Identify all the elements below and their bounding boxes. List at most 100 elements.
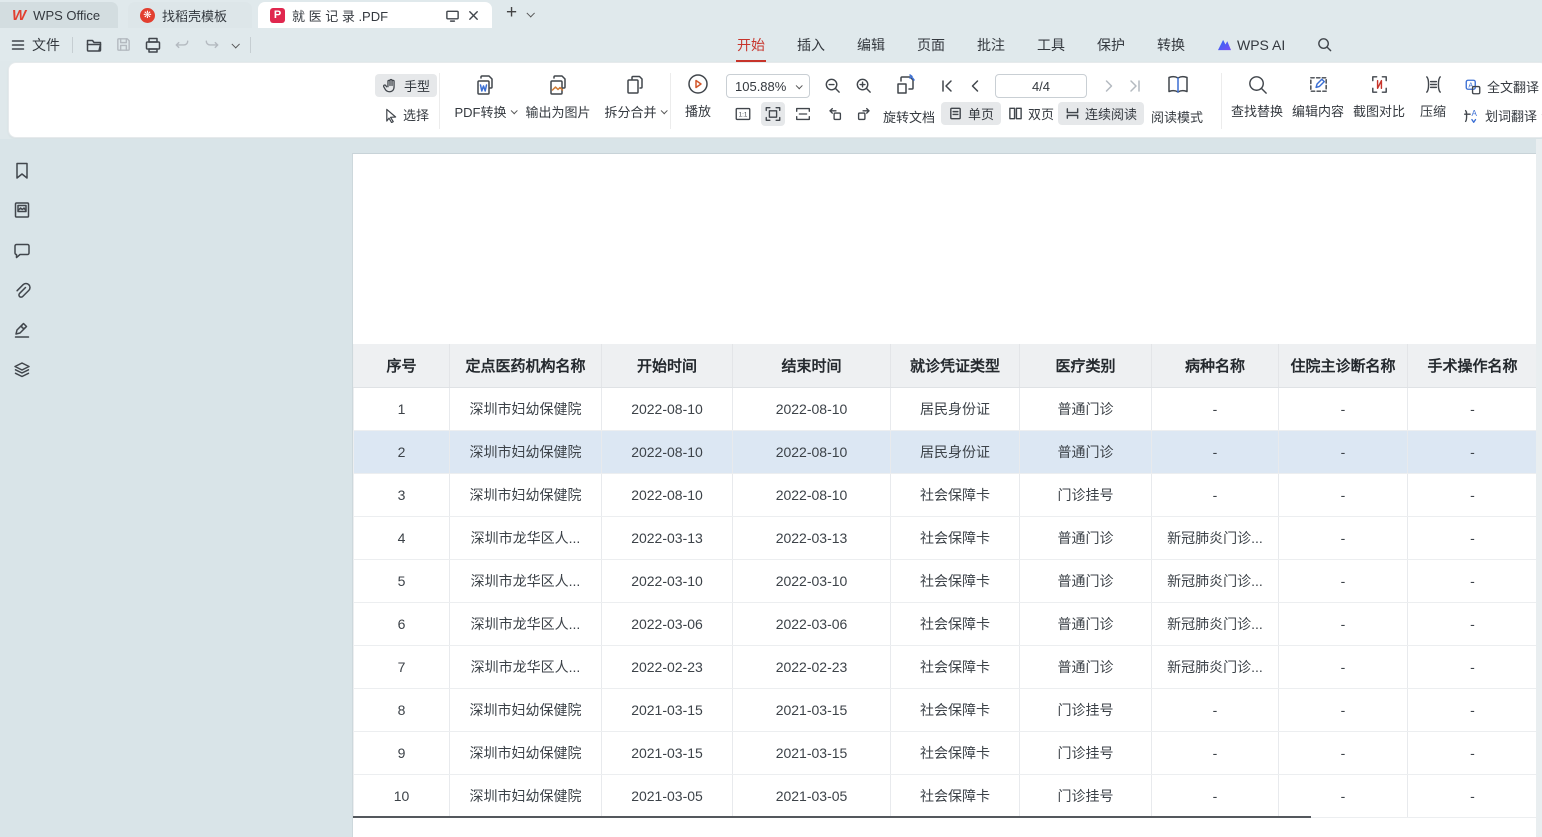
table-row: 5深圳市龙华区人...2022-03-102022-03-10社会保障卡普通门诊… (354, 559, 1538, 602)
table-cell: 2022-03-06 (602, 602, 733, 645)
table-header-cell: 定点医药机构名称 (450, 344, 602, 387)
rotate-document-label[interactable]: 旋转文档 (883, 107, 935, 126)
table-cell: 10 (354, 774, 450, 817)
single-page-label: 单页 (968, 104, 994, 123)
actual-size-icon[interactable]: 1:1 (734, 105, 752, 123)
fit-page-icon[interactable] (794, 105, 812, 123)
find-replace-icon (1246, 73, 1269, 96)
compress-button[interactable]: 压缩 (1411, 73, 1455, 120)
rotate-document-icon[interactable] (893, 72, 919, 98)
open-file-icon[interactable] (85, 36, 103, 54)
menu-wps-ai[interactable]: WPS AI (1216, 35, 1286, 55)
attachment-icon[interactable] (12, 281, 32, 301)
table-cell: 新冠肺炎门诊... (1152, 602, 1279, 645)
single-page-button[interactable]: 单页 (941, 102, 1001, 125)
menu-convert[interactable]: 转换 (1156, 33, 1186, 57)
save-icon[interactable] (115, 36, 132, 53)
export-image-button[interactable]: 输出为图片 (522, 73, 594, 121)
table-header-cell: 开始时间 (602, 344, 733, 387)
close-tab-icon[interactable] (467, 9, 480, 22)
full-translate-button[interactable]: A 全文翻译 (1457, 75, 1542, 98)
annotate-pen-icon[interactable] (12, 320, 32, 340)
pdf-file-icon: P (270, 8, 285, 23)
new-tab-button[interactable]: + (506, 3, 517, 23)
find-replace-button[interactable]: 查找替换 (1228, 73, 1286, 120)
zoom-out-icon[interactable] (823, 76, 842, 95)
table-cell: 居民身份证 (891, 430, 1020, 473)
thumbnail-panel-icon[interactable] (12, 200, 32, 220)
vertical-scrollbar[interactable] (1536, 139, 1542, 837)
hand-tool-button[interactable]: 手型 (375, 74, 437, 97)
tab-medical-record-pdf[interactable]: P 就 医 记 录 .PDF (258, 2, 492, 28)
tab-docer-templates[interactable]: ❋ 找稻壳模板 (128, 2, 252, 28)
menu-page[interactable]: 页面 (916, 33, 946, 57)
table-cell: - (1408, 559, 1538, 602)
tab-wps-office[interactable]: W WPS Office (0, 2, 118, 28)
rotate-left-icon[interactable] (826, 105, 844, 123)
table-cell: 6 (354, 602, 450, 645)
table-row: 1深圳市妇幼保健院2022-08-102022-08-10居民身份证普通门诊--… (354, 387, 1538, 430)
table-cell: 门诊挂号 (1020, 731, 1152, 774)
search-icon[interactable] (1316, 36, 1333, 53)
next-page-icon[interactable] (1101, 78, 1117, 94)
split-merge-icon (623, 73, 647, 97)
rotate-right-icon[interactable] (855, 105, 873, 123)
first-page-icon[interactable] (939, 78, 955, 94)
table-cell: 2022-08-10 (602, 387, 733, 430)
menu-home[interactable]: 开始 (736, 33, 766, 57)
zoom-level-value: 105.88% (735, 79, 786, 94)
table-cell: 2021-03-05 (733, 774, 891, 817)
continuous-reading-icon (1065, 106, 1080, 121)
previous-page-icon[interactable] (967, 78, 983, 94)
screenshot-compare-icon (1368, 73, 1391, 96)
split-merge-button[interactable]: 拆分合并 (599, 73, 671, 121)
zoom-in-icon[interactable] (854, 76, 873, 95)
table-header-cell: 就诊凭证类型 (891, 344, 1020, 387)
last-page-icon[interactable] (1127, 78, 1143, 94)
redo-icon[interactable] (203, 36, 220, 53)
read-mode-label[interactable]: 阅读模式 (1151, 107, 1203, 126)
play-slideshow-button[interactable]: 播放 (675, 72, 721, 120)
table-cell: 居民身份证 (891, 387, 1020, 430)
screenshot-compare-button[interactable]: 截图对比 (1350, 73, 1408, 120)
pdf-convert-label: PDF转换 (454, 102, 506, 121)
menu-protect[interactable]: 保护 (1096, 33, 1126, 57)
select-tool-button[interactable]: 选择 (375, 103, 436, 126)
layers-icon[interactable] (12, 360, 32, 380)
table-cell: 深圳市妇幼保健院 (450, 473, 602, 516)
main-menu-button[interactable]: 文件 (10, 35, 60, 55)
read-mode-icon[interactable] (1165, 72, 1191, 98)
edit-content-button[interactable]: 编辑内容 (1289, 73, 1347, 120)
table-cell: - (1279, 559, 1408, 602)
pdf-page[interactable]: 序号定点医药机构名称开始时间结束时间就诊凭证类型医疗类别病种名称住院主诊断名称手… (352, 153, 1536, 837)
bookmark-icon[interactable] (12, 161, 32, 181)
menu-comment[interactable]: 批注 (976, 33, 1006, 57)
zoom-chevron-icon (796, 82, 803, 89)
monitor-icon[interactable] (445, 8, 460, 23)
undo-icon[interactable] (174, 36, 191, 53)
fit-width-icon[interactable] (761, 102, 785, 126)
table-cell: - (1279, 688, 1408, 731)
pdf-convert-button[interactable]: PDF转换 (452, 73, 518, 121)
table-cell: 2022-03-10 (602, 559, 733, 602)
menu-tools[interactable]: 工具 (1036, 33, 1066, 57)
table-cell: - (1152, 731, 1279, 774)
single-page-icon (948, 106, 963, 121)
table-cell: 2022-02-23 (733, 645, 891, 688)
table-row: 4深圳市龙华区人...2022-03-132022-03-13社会保障卡普通门诊… (354, 516, 1538, 559)
menu-insert[interactable]: 插入 (796, 33, 826, 57)
table-cell: - (1279, 387, 1408, 430)
hand-tool-label: 手型 (404, 76, 430, 95)
menu-edit[interactable]: 编辑 (856, 33, 886, 57)
hand-icon (382, 77, 399, 94)
print-icon[interactable] (144, 36, 162, 54)
continuous-reading-button[interactable]: 连续阅读 (1058, 102, 1144, 125)
quick-access-chevron-icon[interactable] (231, 40, 239, 48)
zoom-level-select[interactable]: 105.88% (726, 74, 810, 98)
word-translate-button[interactable]: A 划词翻译 (1455, 104, 1542, 127)
tab-list-chevron-icon[interactable] (527, 9, 535, 17)
table-header-row: 序号定点医药机构名称开始时间结束时间就诊凭证类型医疗类别病种名称住院主诊断名称手… (354, 344, 1538, 387)
comment-panel-icon[interactable] (12, 241, 32, 261)
split-merge-chevron-icon (660, 107, 667, 114)
page-number-input[interactable]: 4/4 (995, 74, 1087, 98)
